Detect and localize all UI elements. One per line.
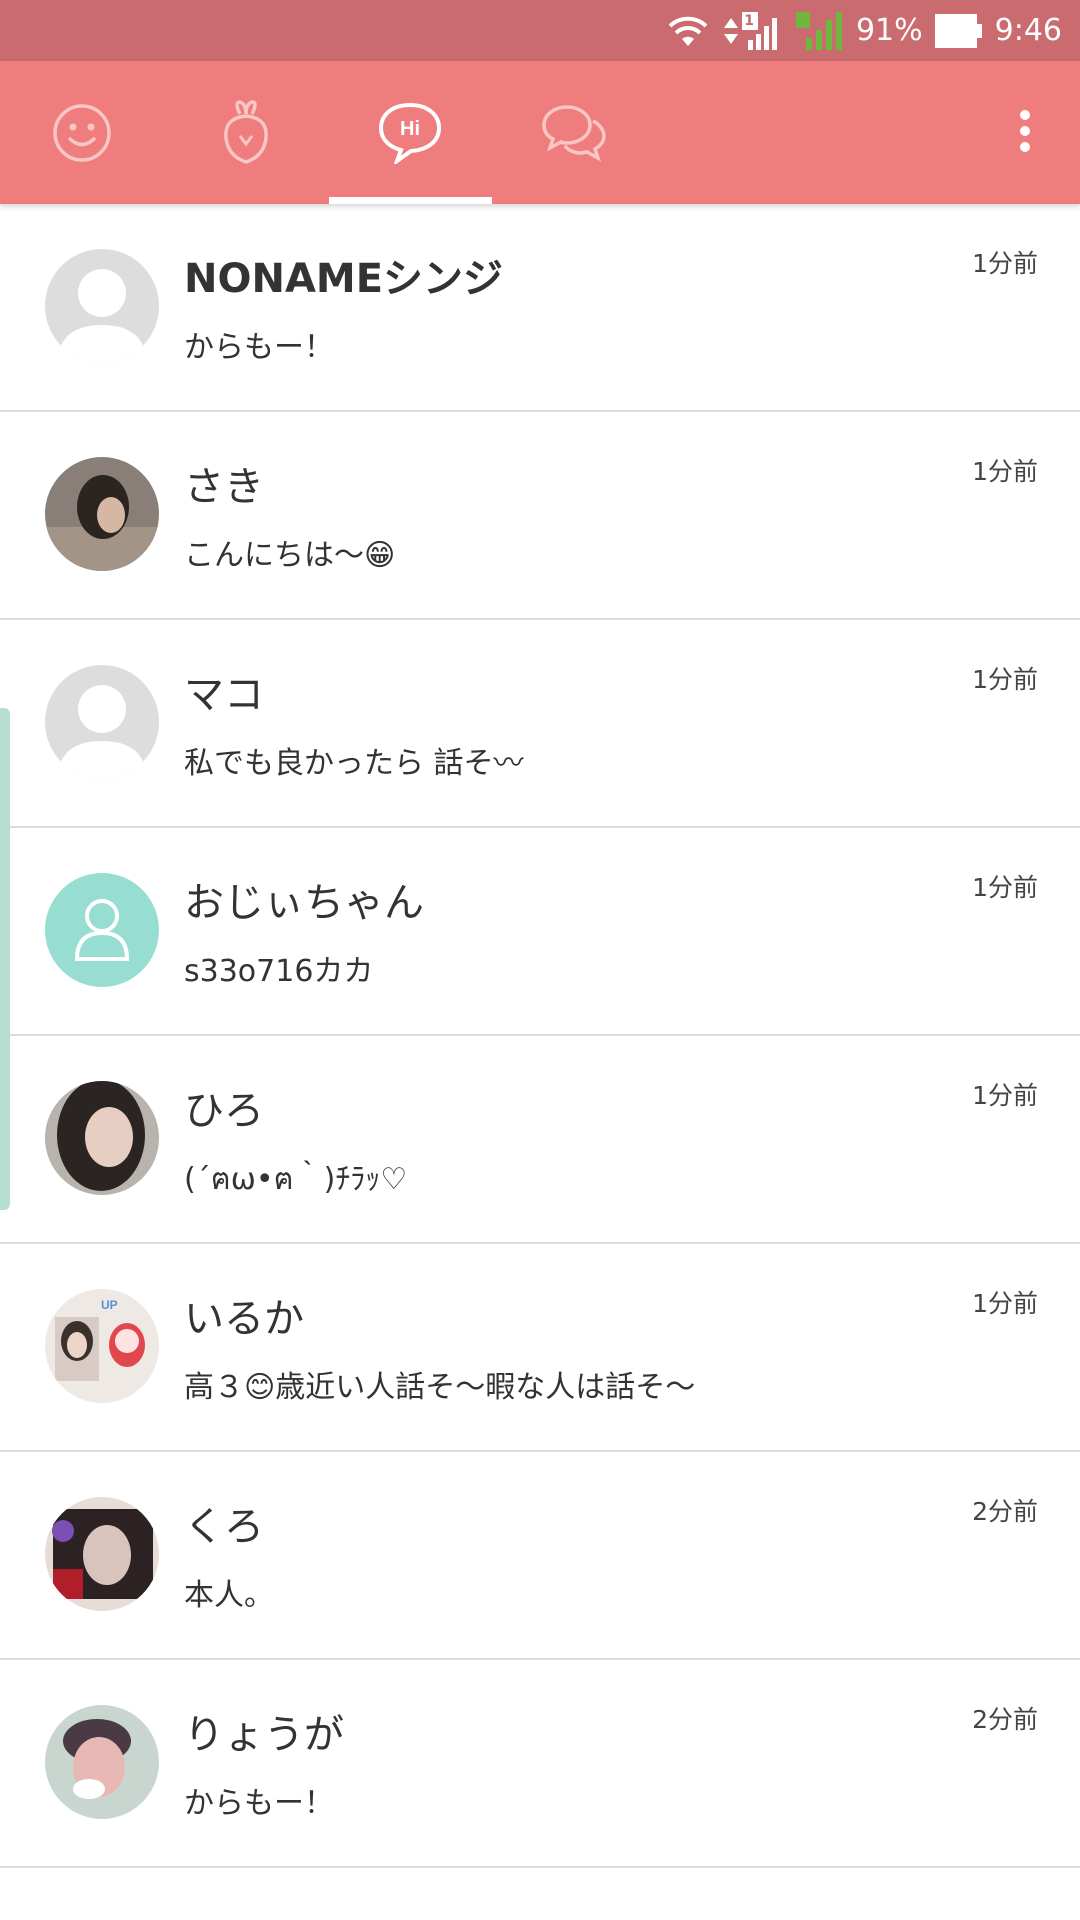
sender-name: りょうが	[184, 1712, 344, 1758]
chat-bubbles-icon	[541, 104, 607, 162]
active-tab-indicator	[329, 197, 492, 204]
sender-name: マコ	[184, 672, 264, 718]
hi-bubble-label: Hi	[400, 118, 420, 140]
turnip-icon	[218, 99, 274, 166]
avatar[interactable]	[45, 1705, 159, 1819]
message-preview: 本人。	[184, 1578, 274, 1613]
timestamp: 1分前	[972, 249, 1038, 278]
list-item[interactable]: UP いるか 高３😊歳近い人話そ〜暇な人は話そ〜 1分前	[0, 1244, 1080, 1452]
message-preview: (´ฅω•ฅ｀)ﾁﾗｯ♡	[184, 1162, 408, 1197]
status-bar: 1 91% 9:46	[0, 0, 1080, 61]
message-preview: からもー！	[184, 330, 334, 365]
tab-bar: Hi	[0, 61, 1080, 204]
edge-scroll-handle[interactable]	[0, 708, 10, 1210]
hi-bubble-icon: Hi	[377, 102, 443, 164]
avatar[interactable]	[45, 249, 159, 363]
list-item[interactable]: おじぃちゃん s33o716カカ 1分前	[0, 828, 1080, 1036]
message-list: NONAMEシンジ からもー！ 1分前 さき こんにちは〜😁 1分前 マコ 私で…	[0, 204, 1080, 1868]
battery-percent: 91%	[855, 13, 923, 48]
avatar[interactable]	[45, 457, 159, 571]
message-preview: s33o716カカ	[184, 954, 374, 989]
list-item[interactable]: さき こんにちは〜😁 1分前	[0, 412, 1080, 620]
tab-hi[interactable]: Hi	[328, 61, 492, 204]
sender-name: おじぃちゃん	[184, 880, 424, 926]
signal-badge: 1	[744, 12, 754, 29]
list-item[interactable]: ひろ (´ฅω•ฅ｀)ﾁﾗｯ♡ 1分前	[0, 1036, 1080, 1244]
signal-icon	[722, 10, 788, 52]
avatar[interactable]	[45, 1081, 159, 1195]
message-preview: こんにちは〜😁	[184, 538, 396, 573]
timestamp: 1分前	[972, 873, 1038, 902]
timestamp: 1分前	[972, 665, 1038, 694]
more-vertical-icon	[1019, 109, 1031, 157]
sender-name: くろ	[184, 1504, 264, 1550]
wifi-icon	[666, 14, 710, 48]
battery-icon	[934, 13, 983, 48]
message-preview: からもー！	[184, 1786, 334, 1821]
smiley-icon	[52, 103, 112, 163]
timestamp: 2分前	[972, 1705, 1038, 1734]
tab-turnip[interactable]	[164, 61, 328, 204]
list-item[interactable]: NONAMEシンジ からもー！ 1分前	[0, 204, 1080, 412]
message-preview: 私でも良かったら 話そ〰	[184, 746, 524, 781]
sender-name: さき	[184, 464, 264, 510]
timestamp: 1分前	[972, 1081, 1038, 1110]
avatar[interactable]	[45, 873, 159, 987]
cellular-signal-icon	[795, 10, 844, 52]
avatar[interactable]: UP	[45, 1289, 159, 1403]
sender-name: ひろ	[184, 1088, 264, 1134]
svg-text:UP: UP	[101, 1298, 118, 1312]
timestamp: 2分前	[972, 1497, 1038, 1526]
more-menu-button[interactable]	[970, 61, 1080, 204]
message-preview: 高３😊歳近い人話そ〜暇な人は話そ〜	[184, 1370, 696, 1405]
clock: 9:46	[994, 13, 1062, 48]
sender-name: NONAMEシンジ	[184, 256, 504, 302]
list-item[interactable]: マコ 私でも良かったら 話そ〰 1分前	[0, 620, 1080, 828]
tab-chat[interactable]	[492, 61, 656, 204]
timestamp: 1分前	[972, 457, 1038, 486]
list-item[interactable]: くろ 本人。 2分前	[0, 1452, 1080, 1660]
avatar[interactable]	[45, 1497, 159, 1611]
list-item[interactable]: りょうが からもー！ 2分前	[0, 1660, 1080, 1868]
avatar[interactable]	[45, 665, 159, 779]
sender-name: いるか	[184, 1296, 304, 1342]
tab-smiley[interactable]	[0, 61, 164, 204]
timestamp: 1分前	[972, 1289, 1038, 1318]
